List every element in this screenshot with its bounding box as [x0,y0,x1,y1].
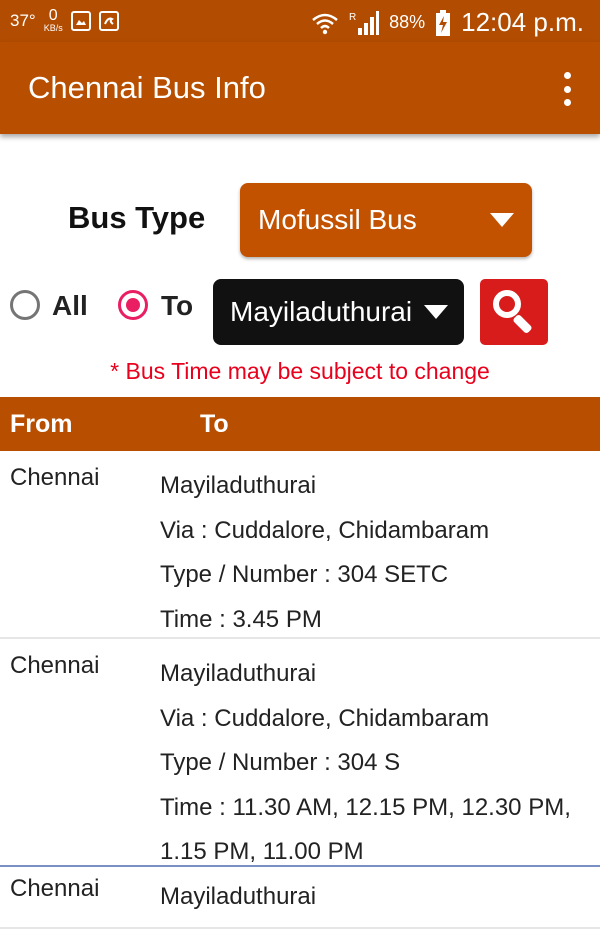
row-from: Chennai [10,464,100,491]
temperature-indicator: 37° [10,10,36,30]
clock: 12:04 p.m. [461,7,584,37]
radio-all[interactable] [10,290,40,320]
overflow-menu-icon[interactable] [562,72,572,106]
radio-all-label[interactable]: All [52,290,88,322]
app-notification-icon [98,10,119,31]
status-bar: 37° 0 KB/s R 88% 12:04 p.m. [0,0,600,42]
row-type-number: Type / Number : 304 S [160,749,401,776]
image-icon [70,10,91,31]
signal-icon: R [349,10,380,35]
table-row[interactable]: Chennai Mayiladuthurai Via : Cuddalore, … [0,451,600,639]
battery-percent: 88% [389,12,426,32]
chevron-down-icon [424,305,448,319]
schedule-notice: * Bus Time may be subject to change [110,358,490,384]
svg-text:R: R [349,12,356,23]
destination-value: Mayiladuthurai [230,296,413,327]
row-time: Time : 11.30 AM, 12.15 PM, 12.30 PM, 1.1… [160,793,571,866]
radio-to[interactable] [118,290,148,320]
row-details: Mayiladuthurai Via : Cuddalore, Chidamba… [160,464,590,642]
row-to: Mayiladuthurai [160,883,317,910]
row-via: Via : Cuddalore, Chidambaram [160,704,490,732]
wifi-icon [312,13,338,34]
column-header-from: From [10,410,73,438]
bus-type-value: Mofussil Bus [258,204,417,235]
status-left: 37° 0 KB/s [10,8,119,33]
table-header: From To [0,397,600,451]
search-button[interactable] [480,279,548,345]
battery-icon [436,9,451,36]
row-details: Mayiladuthurai [160,875,590,920]
search-icon-handle [512,313,533,335]
column-header-to: To [200,410,229,438]
app-bar: Chennai Bus Info [0,42,600,134]
net-speed-unit: KB/s [43,23,63,33]
row-to: Mayiladuthurai [160,660,317,687]
radio-selected-dot [126,298,140,312]
bus-type-dropdown[interactable]: Mofussil Bus [240,183,532,257]
row-type-number: Type / Number : 304 SETC [160,561,449,588]
bus-type-label: Bus Type [68,200,206,235]
row-from: Chennai [10,652,100,679]
status-right: R 88% 12:04 p.m. [311,7,584,38]
net-speed-value: 0 [48,7,58,24]
table-row[interactable]: Chennai Mayiladuthurai [0,867,600,929]
radio-to-label[interactable]: To [161,290,193,322]
row-time: Time : 3.45 PM [160,605,322,633]
row-to: Mayiladuthurai [160,472,317,499]
destination-dropdown[interactable]: Mayiladuthurai [213,279,464,345]
net-speed-indicator: 0 KB/s [44,8,63,33]
row-from: Chennai [10,875,100,902]
table-row[interactable]: Chennai Mayiladuthurai Via : Cuddalore, … [0,639,600,867]
chevron-down-icon [490,213,514,227]
app-title: Chennai Bus Info [28,70,266,105]
row-via: Via : Cuddalore, Chidambaram [160,516,490,544]
row-details: Mayiladuthurai Via : Cuddalore, Chidamba… [160,652,590,875]
